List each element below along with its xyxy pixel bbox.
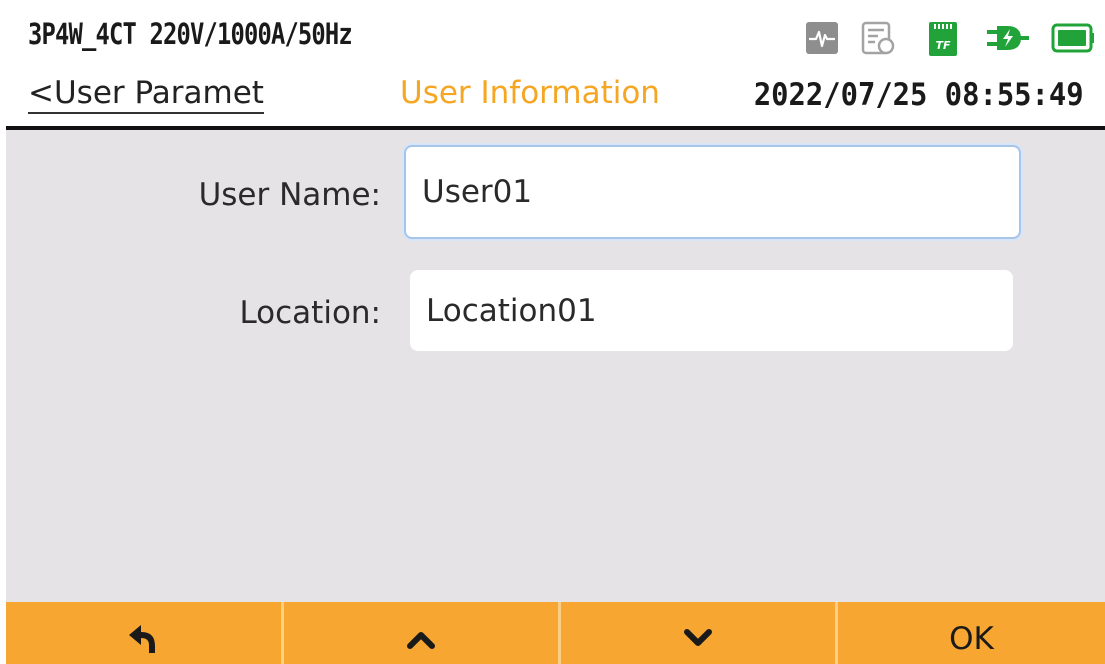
- back-button[interactable]: [6, 602, 280, 664]
- tf-card-icon: TF: [929, 22, 957, 56]
- page-title: User Information: [400, 75, 660, 111]
- device-screen: 3P4W_4CT 220V/1000A/50Hz TF <User Parame…: [6, 0, 1105, 664]
- status-icons: TF: [805, 20, 1105, 60]
- location-input[interactable]: [410, 270, 1013, 351]
- back-arrow-icon: [129, 625, 155, 653]
- waveform-icon: [806, 22, 838, 54]
- ok-button[interactable]: OK: [838, 602, 1105, 664]
- log-file-icon: [861, 21, 895, 55]
- down-button[interactable]: [561, 602, 835, 664]
- back-to-user-parameters-link[interactable]: <User Paramet: [28, 74, 264, 114]
- datetime-display: 2022/07/25 08:55:49: [754, 77, 1084, 113]
- ok-button-label: OK: [949, 621, 994, 657]
- softkey-toolbar: OK: [6, 602, 1105, 664]
- wiring-config-text: 3P4W_4CT 220V/1000A/50Hz: [28, 17, 353, 51]
- user-name-label: User Name:: [198, 177, 381, 213]
- chevron-down-icon: [684, 629, 712, 646]
- power-plug-icon: [987, 26, 1029, 50]
- form-area: User Name: Location:: [6, 130, 1105, 602]
- svg-text:TF: TF: [935, 39, 951, 52]
- location-label: Location:: [239, 295, 381, 331]
- battery-icon: [1051, 23, 1094, 53]
- header-bar: 3P4W_4CT 220V/1000A/50Hz TF <User Parame…: [6, 0, 1105, 130]
- user-name-input[interactable]: [404, 145, 1021, 239]
- chevron-up-icon: [407, 632, 435, 649]
- up-button[interactable]: [284, 602, 558, 664]
